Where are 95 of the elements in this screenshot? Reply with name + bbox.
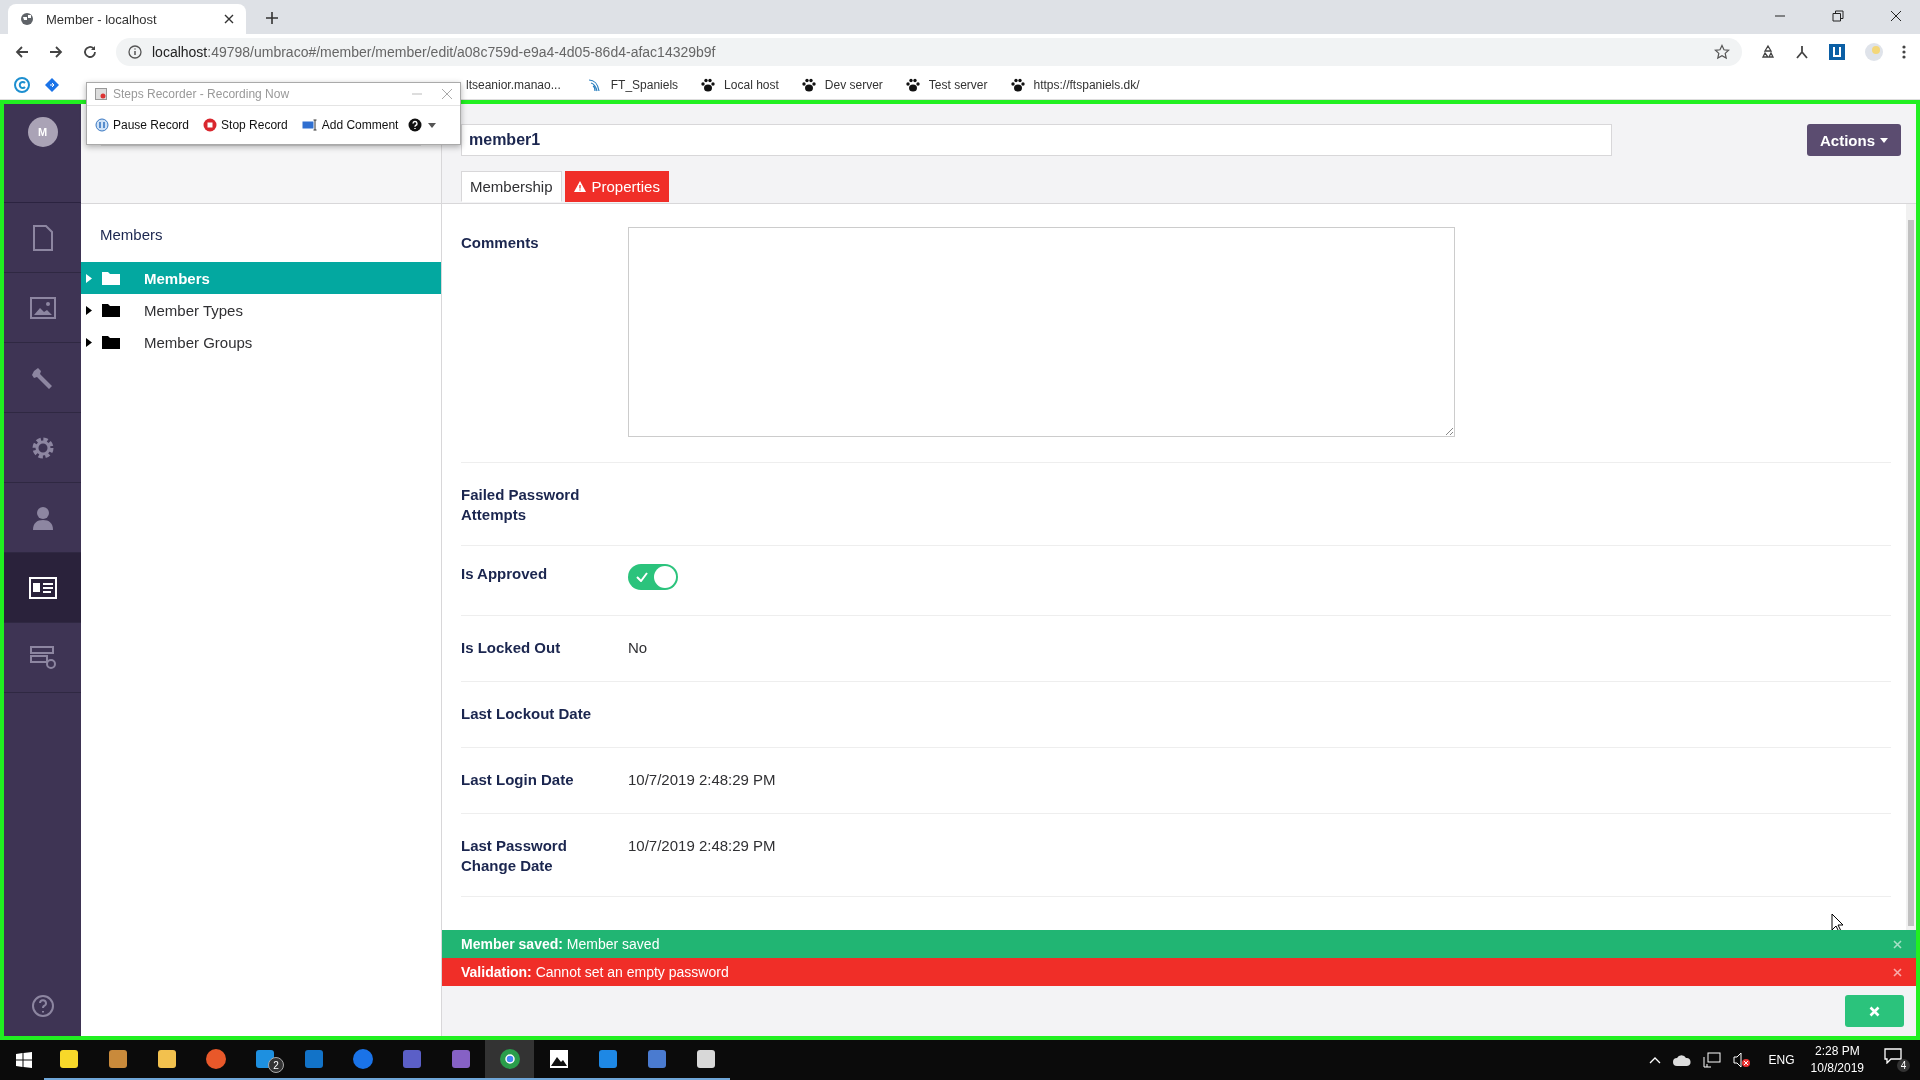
resize-grip-icon[interactable] [1445,427,1453,435]
comment-icon [301,119,318,131]
bookmark[interactable]: ltseanior.manao... [466,77,561,92]
bookmark-label: Local host [724,77,779,92]
url-text: localhost:49798/umbraco#/member/member/edit/a08c759d-e9a4-4d05-86d4-afac14329b9f [152,44,717,60]
cloud-icon[interactable] [1672,1054,1691,1066]
recycle-icon[interactable] [1760,44,1776,60]
language-indicator[interactable]: ENG [1768,1053,1795,1067]
property-label: Last Password Change Date [461,836,568,876]
id-card-icon [28,576,57,599]
bookmark[interactable]: FT_Spaniels [586,76,679,93]
stop-icon [203,118,218,132]
address-bar[interactable]: localhost:49798/umbraco#/member/member/edit/a08c759d-e9a4-4d05-86d4-afac14329b9f [116,38,1742,66]
back-icon[interactable] [14,44,30,60]
muted-speaker-icon[interactable] [1732,1052,1751,1068]
bookmark[interactable]: Local host [700,76,779,93]
wrench-icon [30,365,55,390]
paw-icon [700,76,717,93]
editor-tab[interactable]: Properties [564,171,669,202]
tree-title: Members [99,225,164,245]
restore-icon[interactable] [1832,10,1844,22]
wave-icon [586,76,603,93]
notification-text: Member saved: Member saved [461,936,660,952]
warning-icon [573,181,586,192]
tab-title: Member - localhost [46,11,158,27]
bookmark[interactable]: https://ftspaniels.dk/ [1009,76,1140,93]
close-icon[interactable] [1890,10,1902,22]
bookmark-label: Test server [928,77,988,92]
chevron-up-icon[interactable] [1648,1056,1661,1064]
dropdown-caret-icon[interactable] [428,122,437,128]
section-nav-item[interactable] [4,553,81,623]
c-logo-icon[interactable] [14,76,30,93]
property-label: Last Lockout Date [461,704,593,724]
bookmark[interactable]: Dev server [800,76,883,93]
actions-button[interactable]: Actions [1807,124,1901,156]
expand-caret-icon[interactable] [86,305,92,315]
new-tab-icon[interactable] [266,12,278,24]
close-icon[interactable] [224,14,234,24]
property-value: 10/7/2019 2:48:29 PM [628,771,776,788]
mouse-cursor-icon [1831,913,1844,930]
property-label: Last Login Date [461,770,575,790]
diamond-icon[interactable] [44,76,60,93]
paw-icon [1009,76,1026,93]
branch-icon[interactable] [1794,44,1810,60]
paw-icon [800,76,817,93]
clock[interactable]: 2:28 PM 10/8/2019 [1810,1043,1864,1077]
document-icon [31,224,54,251]
property-label: Is Locked Out [461,638,562,658]
user-icon [31,505,54,530]
settings-icon [30,435,55,460]
paw-icon [904,76,921,93]
help-icon[interactable] [408,118,423,132]
property-label: Is Approved [461,564,549,584]
bookmark-label: Dev server [824,77,883,92]
caret-icon [1880,137,1888,143]
menu-icon[interactable] [1902,44,1906,60]
property-label: Failed Password Attempts [461,485,581,525]
recorder-icon [95,88,107,100]
forms-icon [29,645,56,670]
recorder-button[interactable]: Pause Record [91,118,194,132]
bookmark-label: https://ftspaniels.dk/ [1033,77,1140,92]
chrome-icon [497,1047,522,1071]
windows-logo-icon[interactable] [16,1052,32,1068]
close-icon [1869,1005,1880,1017]
name-field[interactable]: member1 [461,124,1612,156]
bookmark[interactable]: Test server [904,76,988,93]
recorder-button[interactable]: Stop Record [199,118,292,132]
count-badge: 2 [268,1057,284,1073]
toggle-switch[interactable] [628,564,678,590]
recorder-button[interactable]: Add Comment [297,118,403,132]
property-value: 10/7/2019 2:48:29 PM [628,837,776,854]
taskbar-app[interactable] [485,1040,534,1080]
tree-item[interactable]: Member Groups [81,326,441,358]
property-label: Comments [461,233,540,253]
notification-text: Validation: Cannot set an empty password [461,964,729,980]
globe-icon [20,12,34,26]
info-icon [128,45,142,59]
network-icon[interactable] [1702,1052,1721,1068]
property-value: No [628,639,648,656]
checkmark-icon [636,572,648,582]
action-center-button[interactable]: 4 [1884,1048,1910,1072]
forward-icon[interactable] [48,44,64,60]
expand-caret-icon[interactable] [86,337,92,347]
bookmark-label: FT_Spaniels [610,77,679,92]
window-title: Steps Recorder - Recording Now [113,87,290,101]
scrollbar[interactable] [1906,204,1916,930]
pause-icon [95,118,109,132]
tree-item[interactable]: Member Types [81,294,441,326]
browser-tab[interactable]: Member - localhost [8,4,246,34]
image-icon [29,296,56,319]
reload-icon[interactable] [82,44,98,60]
taskbar-app[interactable]: 2 [240,1040,289,1080]
editor-tab[interactable]: Membership [461,171,562,202]
star-icon[interactable] [1714,44,1730,60]
square-extension-icon[interactable] [1828,43,1846,61]
